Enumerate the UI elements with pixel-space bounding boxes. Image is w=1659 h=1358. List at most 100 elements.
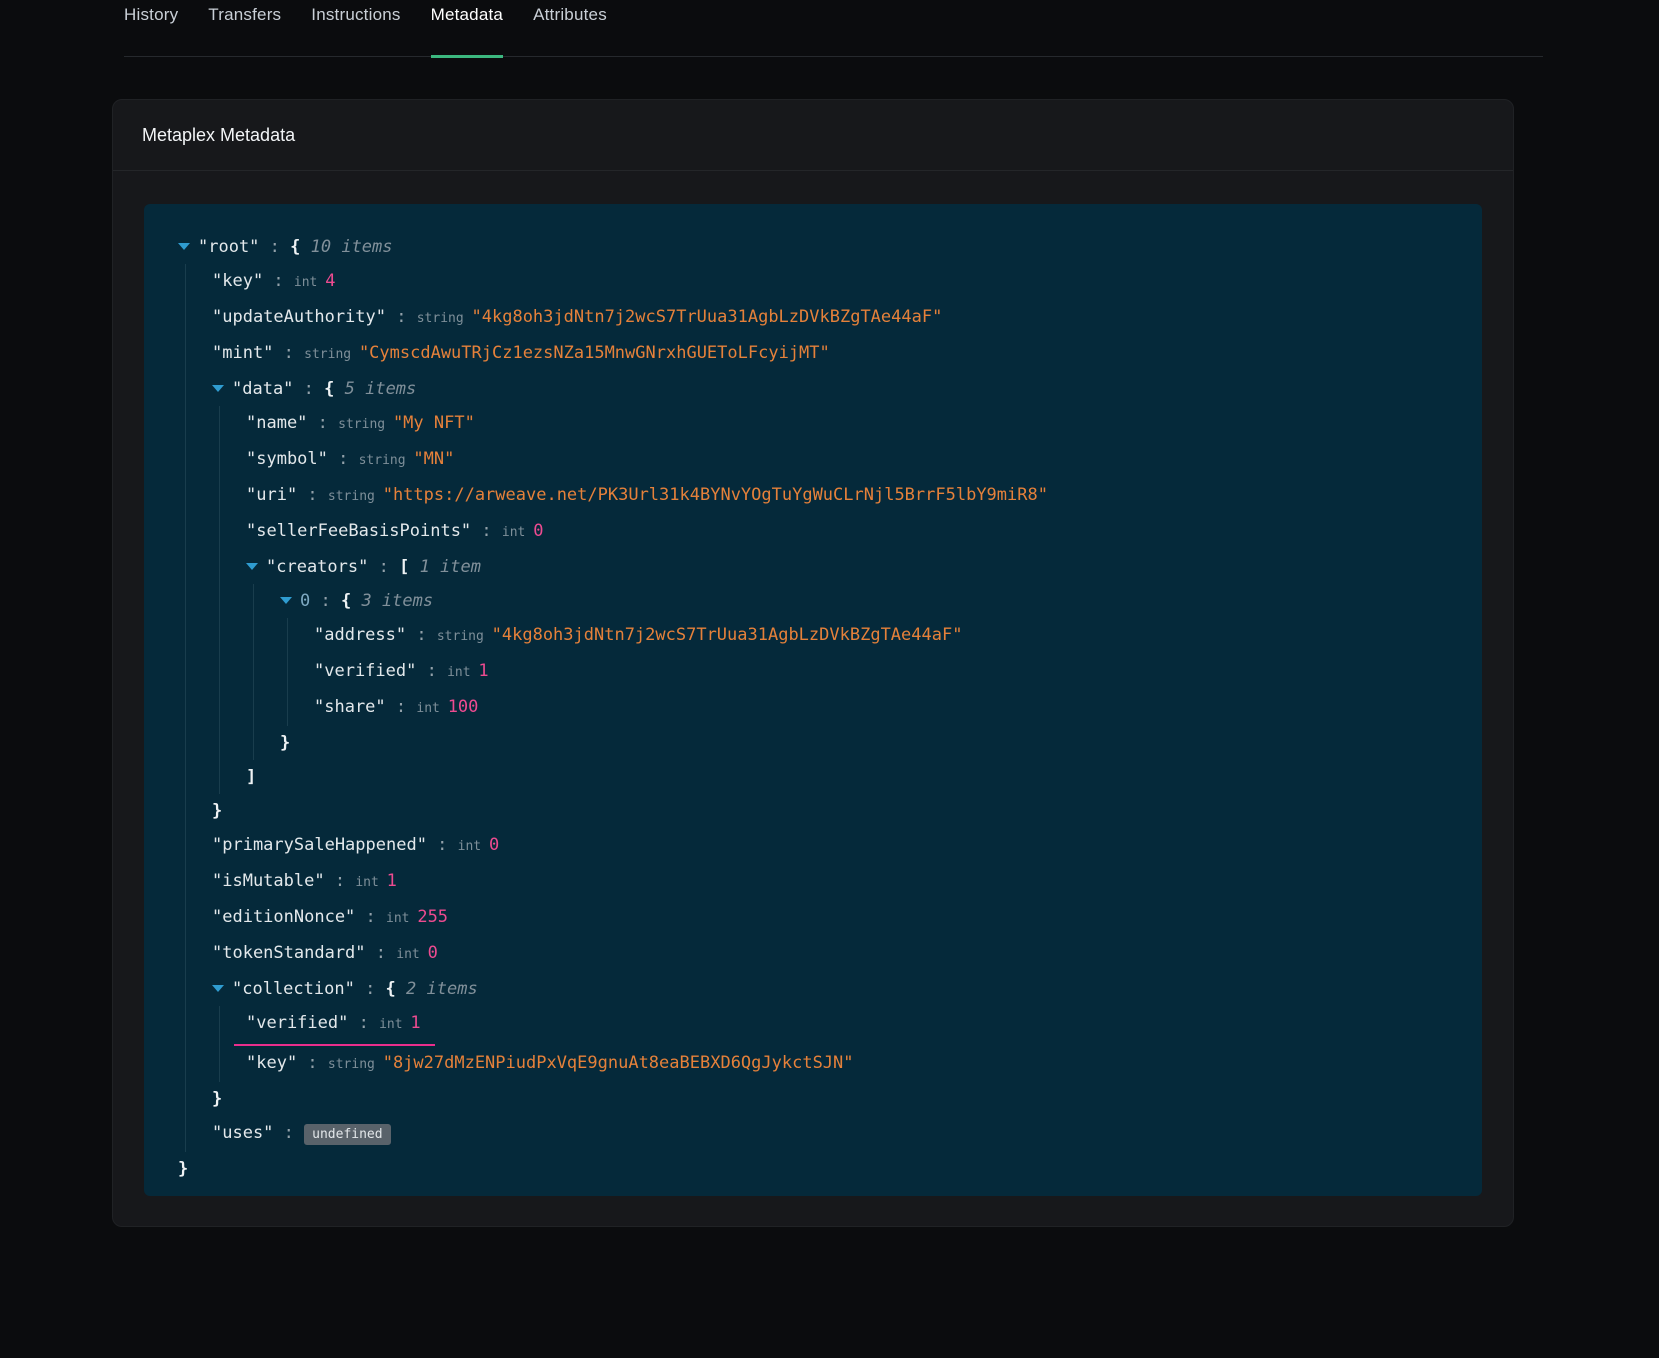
json-type-label: int [458,839,489,854]
json-row-content: "uses" : undefined [212,1123,391,1143]
card-body: "root" : { 10 items "key" : int 4 "updateA… [113,171,1513,1226]
json-node: "uses" : undefined [212,1116,1462,1152]
json-row-content: "primarySaleHappened" : int 0 [212,835,499,855]
json-row-content: "share" : int 100 [314,697,478,717]
json-close-brace: ] [246,760,1462,794]
json-row: "creators" : [ 1 item [246,550,1462,584]
json-key: 0 [300,591,310,611]
json-colon: : [368,557,399,577]
json-value: 1 [387,871,397,891]
json-row-content: "key" : string "8jw27dMzENPiudPxVqE9gnuA… [246,1053,854,1073]
json-items-count: 10 items [300,237,392,257]
json-key: "share" [314,697,386,717]
json-node: "creators" : [ 1 item 0 : { 3 items "addre… [246,550,1462,794]
json-row-content: "key" : int 4 [212,271,335,291]
json-colon: : [427,835,458,855]
json-value: "4kg8oh3jdNtn7j2wcS7TrUua31AgbLzDVkBZgTA… [492,625,963,645]
tab-metadata[interactable]: Metadata [431,5,503,58]
json-row: "mint" : string "CymscdAwuTRjCz1ezsNZa15… [212,336,1462,372]
json-row-content: "address" : string "4kg8oh3jdNtn7j2wcS7T… [314,625,962,645]
json-node: "updateAuthority" : string "4kg8oh3jdNtn… [212,300,1462,336]
json-row-content: "uri" : string "https://arweave.net/PK3U… [246,485,1048,505]
json-value: "8jw27dMzENPiudPxVqE9gnuAt8eaBEBXD6QgJyk… [383,1053,854,1073]
json-value: "My NFT" [393,413,475,433]
collapse-arrow-icon[interactable] [178,243,190,250]
json-key: "updateAuthority" [212,307,386,327]
json-type-label: string [437,629,492,644]
json-row: "root" : { 10 items [178,230,1462,264]
json-node: "name" : string "My NFT" [246,406,1462,442]
json-key: "symbol" [246,449,328,469]
json-node: "key" : int 4 [212,264,1462,300]
card-title: Metaplex Metadata [142,125,1484,146]
json-close-brace: } [212,1082,1462,1116]
json-value: 4 [325,271,335,291]
json-row: "collection" : { 2 items [212,972,1462,1006]
json-colon: : [297,485,328,505]
json-node: "primarySaleHappened" : int 0 [212,828,1462,864]
json-value: "MN" [413,449,454,469]
json-row-content: "editionNonce" : int 255 [212,907,448,927]
json-type-label: int [379,1017,410,1032]
json-open-brace: [ [399,557,409,577]
json-colon: : [348,1013,379,1033]
json-close-brace: } [212,794,1462,828]
json-key: "verified" [246,1013,348,1033]
json-value: 0 [428,943,438,963]
json-colon: : [328,449,359,469]
json-row: "address" : string "4kg8oh3jdNtn7j2wcS7T… [314,618,1462,654]
json-row: "verified" : int 1 [246,1006,1462,1046]
json-row-content: "name" : string "My NFT" [246,413,475,433]
page: History Transfers Instructions Metadata … [0,0,1659,1227]
json-close-brace-char: } [178,1159,188,1179]
json-row-content: 0 : { 3 items [280,591,433,611]
json-open-brace: { [290,237,300,257]
json-row-content: "root" : { 10 items [178,237,393,257]
tab-instructions[interactable]: Instructions [311,5,400,56]
tab-attributes[interactable]: Attributes [533,5,607,56]
json-colon: : [325,871,356,891]
json-type-label: int [416,701,447,716]
tab-transfers[interactable]: Transfers [208,5,281,56]
json-open-brace: { [324,379,334,399]
json-key: "creators" [266,557,368,577]
json-colon: : [355,907,386,927]
json-items-count: 5 items [334,379,416,399]
json-close-brace: } [280,726,1462,760]
json-row: "name" : string "My NFT" [246,406,1462,442]
json-undefined-badge: undefined [304,1124,390,1145]
json-node: "isMutable" : int 1 [212,864,1462,900]
json-items-count: 2 items [396,979,478,999]
collapse-arrow-icon[interactable] [246,563,258,570]
json-row: "data" : { 5 items [212,372,1462,406]
collapse-arrow-icon[interactable] [212,385,224,392]
json-colon: : [386,307,417,327]
json-value: "CymscdAwuTRjCz1ezsNZa15MnwGNrxhGUEToLFc… [359,343,830,363]
json-type-label: int [396,947,427,962]
json-key: "data" [232,379,293,399]
json-row: 0 : { 3 items [280,584,1462,618]
json-node: 0 : { 3 items "address" : string "4kg8oh3… [280,584,1462,760]
json-row: "uses" : undefined [212,1116,1462,1152]
json-type-label: int [355,875,386,890]
json-row: "verified" : int 1 [314,654,1462,690]
json-type-label: int [386,911,417,926]
json-value: 100 [448,697,479,717]
collapse-arrow-icon[interactable] [212,985,224,992]
json-row: "key" : string "8jw27dMzENPiudPxVqE9gnuA… [246,1046,1462,1082]
json-node: "root" : { 10 items "key" : int 4 "updateA… [178,230,1462,1186]
collapse-arrow-icon[interactable] [280,597,292,604]
json-colon: : [386,697,417,717]
json-colon: : [297,1053,328,1073]
json-key: "key" [212,271,263,291]
json-viewer: "root" : { 10 items "key" : int 4 "updateA… [144,204,1482,1196]
json-node: "editionNonce" : int 255 [212,900,1462,936]
json-colon: : [355,979,386,999]
json-type-label: int [502,525,533,540]
json-children: "address" : string "4kg8oh3jdNtn7j2wcS7T… [287,618,1462,726]
tab-history[interactable]: History [124,5,178,56]
json-row: "editionNonce" : int 255 [212,900,1462,936]
json-close-brace: } [178,1152,1462,1186]
json-node: "sellerFeeBasisPoints" : int 0 [246,514,1462,550]
json-type-label: string [328,489,383,504]
